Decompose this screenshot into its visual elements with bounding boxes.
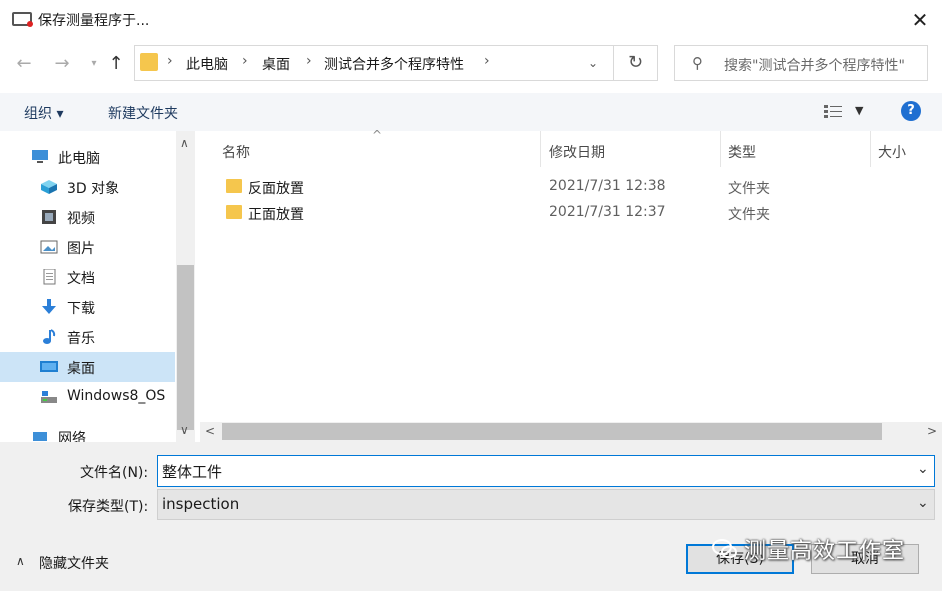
- nav-label: 视频: [67, 211, 95, 227]
- wechat-icon: [712, 539, 737, 559]
- nav-item-3d-objects[interactable]: 3D 对象: [0, 172, 175, 202]
- column-type[interactable]: 类型: [728, 142, 756, 162]
- new-folder-button[interactable]: 新建文件夹: [108, 103, 178, 123]
- up-arrow-icon[interactable]: ↑: [104, 52, 128, 76]
- desktop-icon: [40, 361, 58, 372]
- picture-icon: [40, 240, 58, 254]
- search-placeholder: 搜索"测试合并多个程序特性": [724, 58, 905, 74]
- nav-item-music[interactable]: 音乐: [0, 322, 175, 352]
- nav-label: Windows8_OS: [67, 388, 166, 404]
- scroll-left-icon[interactable]: <: [205, 424, 215, 438]
- nav-item-desktop[interactable]: 桌面: [0, 352, 175, 382]
- document-icon: [43, 269, 56, 285]
- view-options-icon[interactable]: [823, 103, 845, 119]
- filetype-select[interactable]: [157, 489, 935, 520]
- file-type: 文件夹: [728, 207, 770, 223]
- nav-label: 3D 对象: [67, 181, 120, 197]
- cube-icon: [41, 180, 57, 194]
- hide-folders-button[interactable]: 隐藏文件夹: [39, 553, 109, 573]
- chevron-right-icon: ›: [242, 53, 248, 69]
- recent-locations-icon[interactable]: ▾: [82, 52, 106, 76]
- nav-item-documents[interactable]: 文档: [0, 262, 175, 292]
- computer-icon: [32, 150, 48, 163]
- window-title: 保存测量程序于...: [38, 13, 150, 29]
- filename-field[interactable]: [157, 455, 935, 487]
- download-icon: [42, 299, 56, 314]
- nav-label: 图片: [67, 241, 95, 257]
- breadcrumb-desktop[interactable]: 桌面: [262, 54, 290, 74]
- video-icon: [42, 210, 56, 224]
- folder-icon: [140, 53, 158, 71]
- view-dropdown-icon[interactable]: ▼: [855, 104, 863, 117]
- organize-button[interactable]: 组织 ▾: [24, 103, 63, 123]
- chevron-up-icon[interactable]: ∧: [16, 554, 25, 568]
- scroll-down-icon[interactable]: ∨: [180, 423, 189, 437]
- breadcrumb-computer[interactable]: 此电脑: [186, 54, 228, 74]
- navigation-pane: 此电脑 3D 对象 视频 图片 文档 下载 音乐 桌面 Windows8_OS …: [0, 131, 195, 442]
- file-date: 2021/7/31 12:38: [549, 178, 666, 194]
- nav-scrollbar-thumb[interactable]: [177, 265, 194, 430]
- help-icon[interactable]: ?: [901, 101, 921, 121]
- nav-label: 文档: [67, 271, 95, 287]
- back-arrow-icon[interactable]: ←: [12, 52, 36, 76]
- table-row[interactable]: 反面放置 2021/7/31 12:38 文件夹: [210, 175, 910, 199]
- chevron-down-icon[interactable]: ⌄: [917, 461, 929, 477]
- folder-icon: [226, 205, 242, 219]
- file-date: 2021/7/31 12:37: [549, 204, 666, 220]
- chevron-right-icon: ›: [167, 53, 173, 69]
- filetype-label: 保存类型(T):: [68, 499, 149, 515]
- music-icon: [43, 329, 56, 344]
- column-size[interactable]: 大小: [878, 142, 906, 162]
- watermark-text: 测量高效工作室: [744, 539, 906, 564]
- filename-label: 文件名(N):: [80, 465, 149, 481]
- chevron-right-icon: ›: [484, 53, 490, 69]
- scroll-right-icon[interactable]: >: [927, 424, 937, 438]
- column-divider[interactable]: [720, 131, 721, 167]
- drive-icon: [41, 391, 57, 403]
- nav-label: 此电脑: [58, 151, 100, 167]
- column-name[interactable]: 名称: [222, 142, 250, 162]
- file-list-hscrollbar-thumb[interactable]: [222, 423, 882, 440]
- column-divider[interactable]: [540, 131, 541, 167]
- folder-icon: [226, 179, 242, 193]
- nav-label: 桌面: [67, 361, 95, 377]
- nav-label: 网络: [58, 431, 86, 442]
- network-icon: [33, 432, 47, 441]
- chevron-down-icon[interactable]: ⌄: [588, 56, 598, 70]
- file-type: 文件夹: [728, 181, 770, 197]
- nav-label: 音乐: [67, 331, 95, 347]
- filetype-value: inspection: [162, 495, 240, 513]
- nav-item-videos[interactable]: 视频: [0, 202, 175, 232]
- column-date[interactable]: 修改日期: [549, 142, 605, 162]
- chevron-right-icon: ›: [306, 53, 312, 69]
- nav-item-this-pc[interactable]: 此电脑: [0, 142, 175, 172]
- sort-ascending-icon: ^: [372, 128, 383, 142]
- refresh-button[interactable]: ↻: [614, 45, 658, 81]
- scroll-up-icon[interactable]: ∧: [180, 136, 189, 150]
- search-icon: ⚲: [692, 54, 703, 72]
- file-name: 正面放置: [248, 207, 304, 223]
- filename-value: 整体工件: [162, 463, 223, 481]
- nav-item-drive[interactable]: Windows8_OS: [0, 382, 175, 412]
- nav-item-network[interactable]: 网络: [0, 422, 175, 442]
- table-row[interactable]: 正面放置 2021/7/31 12:37 文件夹: [210, 201, 910, 225]
- nav-item-pictures[interactable]: 图片: [0, 232, 175, 262]
- chevron-down-icon[interactable]: ⌄: [917, 495, 929, 511]
- nav-item-downloads[interactable]: 下载: [0, 292, 175, 322]
- file-name: 反面放置: [248, 181, 304, 197]
- breadcrumb-folder[interactable]: 测试合并多个程序特性: [324, 54, 464, 74]
- column-divider[interactable]: [870, 131, 871, 167]
- nav-label: 下载: [67, 301, 95, 317]
- forward-arrow-icon[interactable]: →: [50, 52, 74, 76]
- close-icon[interactable]: ✕: [905, 6, 935, 34]
- app-icon: [12, 12, 33, 27]
